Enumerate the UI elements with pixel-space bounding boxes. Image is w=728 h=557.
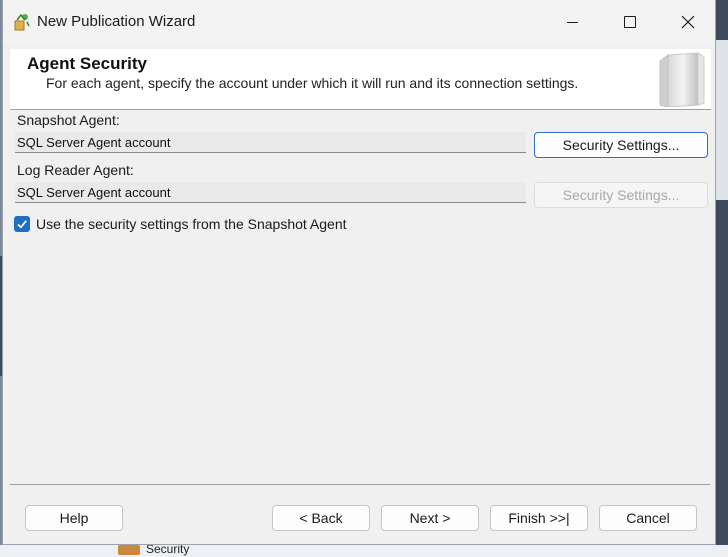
background-window-panel <box>716 40 728 200</box>
log-reader-agent-label: Log Reader Agent: <box>17 162 134 178</box>
checkmark-icon <box>17 220 27 229</box>
next-button[interactable]: Next > <box>381 505 479 531</box>
publication-wizard-icon <box>14 13 30 31</box>
footer-divider <box>10 484 710 485</box>
wizard-header-banner: Agent Security For each agent, specify t… <box>10 49 711 110</box>
maximize-button[interactable] <box>601 0 659 44</box>
back-button[interactable]: < Back <box>272 505 370 531</box>
use-snapshot-settings-checkbox[interactable] <box>14 216 30 232</box>
minimize-icon <box>566 21 578 23</box>
book-graphic-icon <box>659 52 705 107</box>
wizard-window: New Publication Wizard Agent Security Fo… <box>2 0 716 545</box>
finish-button[interactable]: Finish >>| <box>490 505 588 531</box>
folder-icon <box>118 545 140 555</box>
snapshot-security-settings-button[interactable]: Security Settings... <box>534 132 708 158</box>
page-description: For each agent, specify the account unde… <box>46 75 579 91</box>
snapshot-agent-label: Snapshot Agent: <box>17 112 120 128</box>
use-snapshot-settings-label[interactable]: Use the security settings from the Snaps… <box>36 216 347 232</box>
snapshot-agent-account-field: SQL Server Agent account <box>15 132 526 153</box>
log-reader-agent-account-field: SQL Server Agent account <box>15 182 526 203</box>
help-button[interactable]: Help <box>25 505 123 531</box>
close-button[interactable] <box>659 0 717 44</box>
background-tree-strip: Security <box>0 542 728 557</box>
close-icon <box>681 15 695 29</box>
log-reader-security-settings-button[interactable]: Security Settings... <box>534 182 708 208</box>
minimize-button[interactable] <box>543 0 601 44</box>
cancel-button[interactable]: Cancel <box>599 505 697 531</box>
title-bar[interactable]: New Publication Wizard <box>3 0 715 44</box>
page-title: Agent Security <box>27 54 147 73</box>
window-title: New Publication Wizard <box>37 13 196 30</box>
maximize-icon <box>624 16 636 28</box>
